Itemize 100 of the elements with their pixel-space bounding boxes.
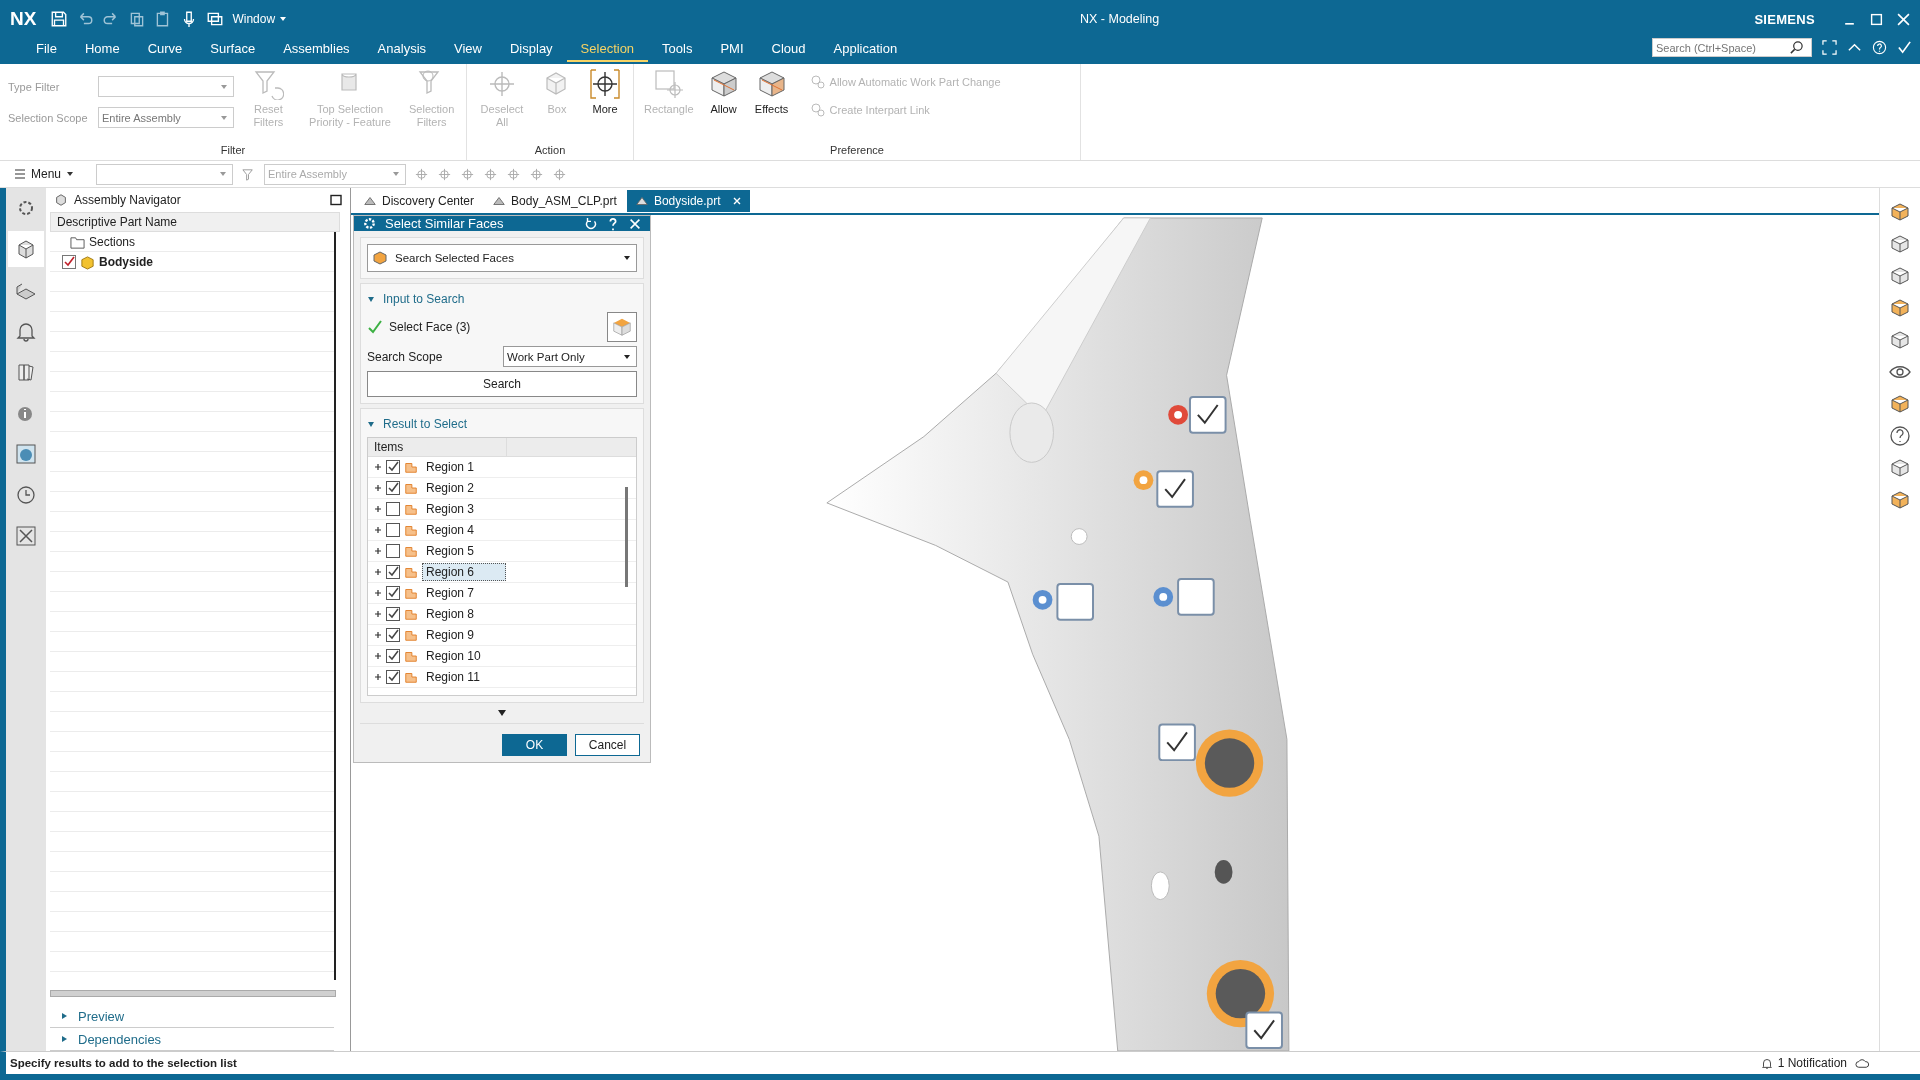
triangle-icon[interactable] <box>367 295 375 303</box>
search-button[interactable]: Search <box>367 371 637 397</box>
face-select-button[interactable] <box>607 312 637 342</box>
checkbox-marker[interactable] <box>1056 583 1094 621</box>
expand-icon[interactable] <box>374 673 382 681</box>
menu-tab[interactable]: Application <box>819 38 912 62</box>
section-header[interactable]: Dependencies <box>50 1028 334 1051</box>
expand-icon[interactable] <box>374 547 382 555</box>
tree-item[interactable]: Region 4 <box>422 521 479 539</box>
menu-icon[interactable] <box>14 168 26 180</box>
checkbox-marker[interactable] <box>1189 396 1227 434</box>
tree-item[interactable]: Region 3 <box>422 500 479 518</box>
column-header[interactable]: Descriptive Part Name <box>50 212 340 232</box>
expand-icon[interactable] <box>374 652 382 660</box>
expand-icon[interactable] <box>374 568 382 576</box>
tree-item[interactable]: Region 5 <box>422 542 479 560</box>
save-icon[interactable] <box>50 10 69 28</box>
expand-icon[interactable] <box>374 610 382 618</box>
help-icon[interactable] <box>1872 40 1887 55</box>
expand-icon[interactable] <box>374 589 382 597</box>
close-icon[interactable] <box>1897 12 1910 26</box>
ok-button[interactable]: OK <box>502 734 567 756</box>
checkbox[interactable] <box>386 481 400 495</box>
triangle-icon[interactable] <box>60 1012 68 1020</box>
tree-item[interactable]: Region 7 <box>422 584 479 602</box>
window-menu[interactable]: Window <box>232 12 288 26</box>
expand-more-icon[interactable] <box>497 709 507 717</box>
triangle-icon[interactable] <box>60 1035 68 1043</box>
checkmark-icon[interactable] <box>1897 40 1912 55</box>
section-header[interactable]: Preview <box>50 1005 334 1028</box>
menu-tab[interactable]: Surface <box>196 38 270 62</box>
expand-icon[interactable] <box>374 631 382 639</box>
document-tab[interactable]: Body_ASM_CLP.prt <box>484 189 625 212</box>
part-icon[interactable] <box>8 231 44 267</box>
ribbon-button[interactable]: More <box>585 68 625 116</box>
scrollbar[interactable] <box>625 487 628 587</box>
checkbox-marker[interactable] <box>1245 1011 1283 1049</box>
checkbox[interactable] <box>386 670 400 684</box>
maximize-icon[interactable] <box>330 194 342 206</box>
bell-icon[interactable] <box>1759 1056 1774 1070</box>
clock-icon[interactable] <box>14 483 38 507</box>
fullscreen-icon[interactable] <box>1822 40 1837 55</box>
checkbox[interactable] <box>386 649 400 663</box>
selection-scope-dropdown[interactable]: Entire Assembly <box>98 107 234 128</box>
search-field[interactable]: Search (Ctrl+Space) <box>1652 38 1812 57</box>
checkbox[interactable] <box>386 565 400 579</box>
checkbox-marker[interactable] <box>1177 578 1215 616</box>
menu-tab[interactable]: PMI <box>706 38 758 62</box>
close-icon[interactable] <box>731 195 742 206</box>
checkbox[interactable] <box>386 628 400 642</box>
menu-tab[interactable]: Analysis <box>363 38 441 62</box>
tools-icon[interactable] <box>14 524 38 548</box>
tree-item[interactable]: Region 10 <box>422 647 485 665</box>
tree-item[interactable]: Region 1 <box>422 458 479 476</box>
help-icon[interactable] <box>1888 424 1912 448</box>
checkbox-marker[interactable] <box>1158 723 1196 762</box>
method-dropdown[interactable]: Search Selected Faces <box>367 244 637 272</box>
scrollbar[interactable] <box>50 990 336 997</box>
tree-item[interactable]: Region 9 <box>422 626 479 644</box>
caret-icon[interactable] <box>66 170 75 178</box>
document-tab[interactable]: Discovery Center <box>355 189 483 212</box>
checkbox[interactable] <box>386 544 400 558</box>
checkbox[interactable] <box>386 607 400 621</box>
search-icon[interactable] <box>1789 40 1804 55</box>
menu-tab[interactable]: Assemblies <box>269 38 364 62</box>
globe-icon[interactable] <box>14 442 38 466</box>
notification-link[interactable]: 1 Notification <box>1777 1056 1847 1070</box>
checkbox-marker[interactable] <box>1156 470 1194 508</box>
tree-item[interactable]: Sections <box>89 235 136 249</box>
tree-item[interactable]: Region 6 <box>422 563 506 581</box>
caret-icon[interactable] <box>623 254 631 262</box>
tree-item[interactable]: Region 11 <box>422 668 484 686</box>
menu-tab[interactable]: View <box>440 38 496 62</box>
expand-icon[interactable] <box>374 526 382 534</box>
checkbox[interactable] <box>386 586 400 600</box>
reset-icon[interactable] <box>584 216 598 231</box>
windows-icon[interactable] <box>206 10 225 28</box>
cancel-button[interactable]: Cancel <box>575 734 640 756</box>
expand-icon[interactable] <box>374 505 382 513</box>
menu-tab[interactable]: Curve <box>133 38 197 62</box>
expand-icon[interactable] <box>374 463 382 471</box>
expand-icon[interactable] <box>374 484 382 492</box>
caret-icon[interactable] <box>279 15 288 23</box>
checkbox[interactable] <box>62 255 76 269</box>
section-header[interactable]: Input to Search <box>367 290 637 308</box>
menu-tab[interactable]: Cloud <box>757 38 820 62</box>
caret-icon[interactable] <box>623 352 631 361</box>
tree-item[interactable]: Region 8 <box>422 605 479 623</box>
section-header[interactable]: Result to Select <box>367 415 637 433</box>
menu-tab[interactable]: Selection <box>566 38 649 62</box>
menu-tab[interactable]: Tools <box>648 38 707 62</box>
checkbox[interactable] <box>386 460 400 474</box>
menu-button[interactable]: Menu <box>14 167 75 181</box>
checkbox[interactable] <box>386 523 400 537</box>
document-tab[interactable]: Bodyside.prt <box>626 189 750 212</box>
search-scope-dropdown[interactable]: Work Part Only <box>503 346 637 367</box>
menu-tab[interactable]: Display <box>496 38 567 62</box>
menu-tab[interactable]: File <box>22 38 71 62</box>
close-icon[interactable] <box>628 216 642 231</box>
ribbon-button[interactable]: Effects <box>751 68 792 116</box>
